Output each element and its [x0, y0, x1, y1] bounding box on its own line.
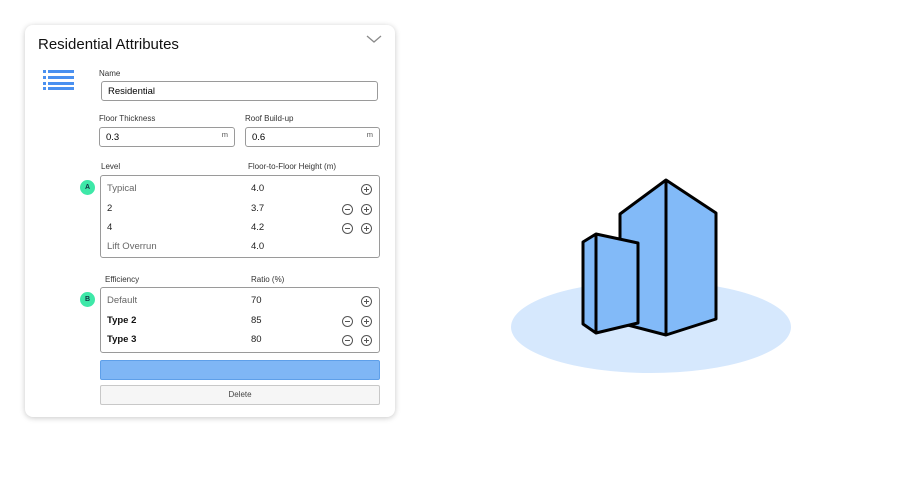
table-row[interactable]: 2 3.7 [101, 200, 379, 219]
efficiency-ratio[interactable]: 85 [251, 315, 262, 326]
level-height[interactable]: 4.0 [251, 183, 264, 194]
roof-buildup-field[interactable]: 0.6 m [245, 127, 380, 147]
roof-buildup-unit: m [366, 130, 373, 139]
residential-attributes-panel: Residential Attributes Name Residential … [25, 25, 395, 417]
level-height[interactable]: 4.2 [251, 222, 264, 233]
efficiency-ratio[interactable]: 80 [251, 334, 262, 345]
level-column-header: Level [101, 162, 121, 171]
remove-efficiency-icon[interactable] [342, 316, 353, 327]
delete-button[interactable]: Delete [100, 385, 380, 405]
add-efficiency-icon[interactable] [361, 335, 372, 346]
level-name: 4 [107, 222, 113, 233]
list-icon [43, 70, 74, 90]
remove-level-icon[interactable] [342, 204, 353, 215]
table-row[interactable]: 4 4.2 [101, 219, 379, 238]
level-name: Typical [107, 183, 137, 194]
remove-level-icon[interactable] [342, 223, 353, 234]
efficiency-ratio[interactable]: 70 [251, 295, 262, 306]
add-efficiency-icon[interactable] [361, 316, 372, 327]
table-row[interactable]: Type 3 80 [101, 331, 379, 350]
level-name: Lift Overrun [107, 241, 157, 252]
short-building [581, 232, 640, 335]
apply-bar-button[interactable] [100, 360, 380, 380]
roof-buildup-label: Roof Build-up [245, 114, 294, 123]
name-label: Name [99, 69, 121, 78]
table-row[interactable]: Lift Overrun 4.0 [101, 238, 379, 257]
building-illustration [511, 178, 791, 373]
chevron-down-icon[interactable] [366, 33, 382, 45]
efficiency-name: Type 2 [107, 315, 137, 326]
add-level-icon[interactable] [361, 204, 372, 215]
name-field[interactable]: Residential [101, 81, 378, 101]
floor-thickness-label: Floor Thickness [99, 114, 156, 123]
panel-title: Residential Attributes [38, 36, 179, 53]
roof-buildup-value: 0.6 [252, 131, 266, 143]
ratio-column-header: Ratio (%) [251, 275, 285, 284]
floor-thickness-value: 0.3 [106, 131, 120, 143]
levels-table: Typical 4.0 2 3.7 4 4.2 Lift Overrun 4.0 [100, 175, 380, 258]
table-row[interactable]: Typical 4.0 [101, 180, 379, 199]
level-name: 2 [107, 203, 113, 214]
table-row[interactable]: Default 70 [101, 292, 379, 311]
efficiency-name: Default [107, 295, 138, 306]
table-row[interactable]: Type 2 85 [101, 312, 379, 331]
badge-b: B [80, 292, 95, 307]
remove-efficiency-icon[interactable] [342, 335, 353, 346]
name-value: Residential [108, 85, 155, 97]
add-level-icon[interactable] [361, 184, 372, 195]
floor-thickness-field[interactable]: 0.3 m [99, 127, 235, 147]
efficiency-column-header: Efficiency [105, 275, 140, 284]
add-efficiency-icon[interactable] [361, 296, 372, 307]
height-column-header: Floor-to-Floor Height (m) [248, 162, 337, 171]
floor-thickness-unit: m [221, 130, 228, 139]
efficiency-table: Default 70 Type 2 85 Type 3 80 [100, 287, 380, 353]
level-height[interactable]: 4.0 [251, 241, 264, 252]
add-level-icon[interactable] [361, 223, 372, 234]
efficiency-name: Type 3 [107, 334, 137, 345]
badge-a: A [80, 180, 95, 195]
level-height[interactable]: 3.7 [251, 203, 264, 214]
